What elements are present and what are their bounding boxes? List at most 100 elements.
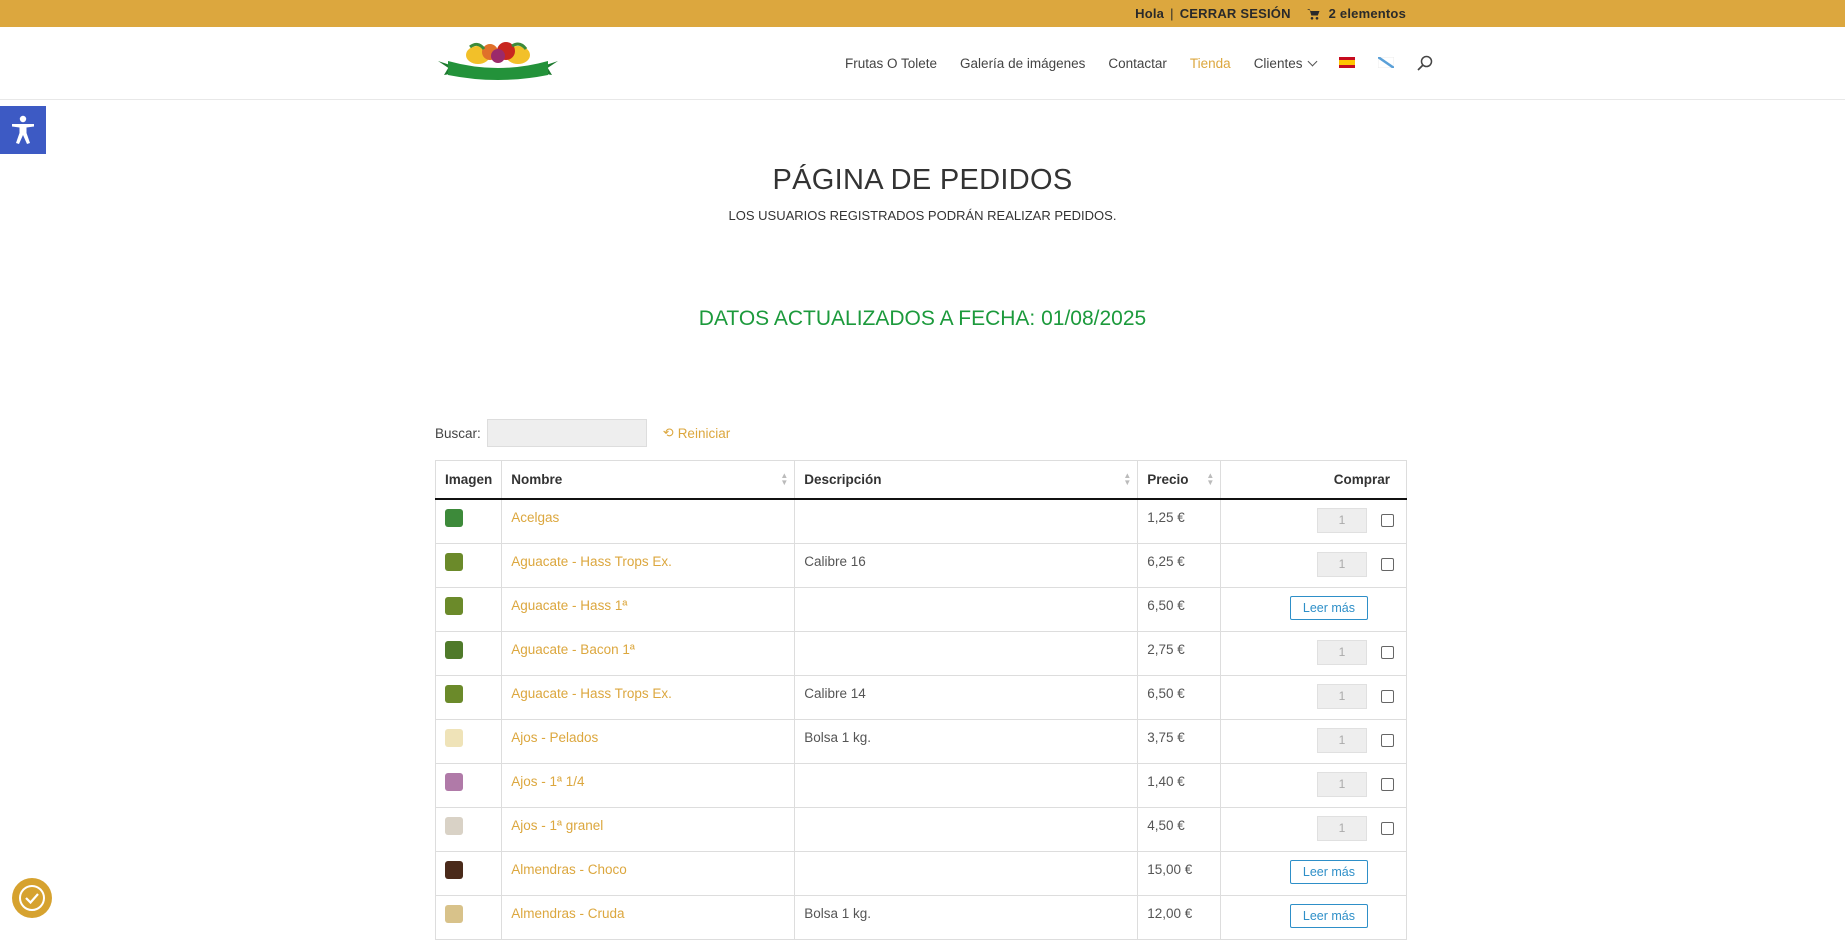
sort-icon: ▲ ▼ [780, 471, 789, 487]
table-row: Almendras - Choco 15,00 € Leer más [434, 850, 1407, 896]
quantity-input[interactable]: 1 [1317, 771, 1367, 797]
product-image-cell [434, 850, 503, 896]
table-row: Aguacate - Hass Trops Ex. Calibre 14 6,50 … [434, 674, 1407, 720]
product-thumbnail[interactable] [445, 552, 463, 571]
product-image-cell [434, 586, 503, 632]
buy-checkbox[interactable] [1381, 777, 1394, 791]
column-header-image: Imagen [434, 460, 503, 500]
product-buy-cell: Leer más [1220, 850, 1407, 896]
read-more-button[interactable]: Leer más [1289, 903, 1368, 928]
nav-item-galeria[interactable]: Galería de imágenes [960, 56, 1085, 71]
product-name-link[interactable]: Acelgas [511, 510, 559, 525]
search-input[interactable] [486, 419, 647, 447]
logout-link[interactable]: CERRAR SESIÓN [1180, 6, 1291, 21]
product-thumbnail[interactable] [445, 509, 463, 527]
table-row: Ajos - 1ª granel 4,50 € 1 [434, 806, 1407, 852]
product-name-cell: Almendras - Cruda [501, 894, 796, 940]
product-description-cell [794, 762, 1139, 808]
product-name-link[interactable]: Ajos - Pelados [511, 730, 598, 745]
product-thumbnail[interactable] [445, 684, 463, 703]
quantity-input[interactable]: 1 [1317, 683, 1367, 709]
table-row: Aguacate - Hass Trops Ex. Calibre 16 6,25 … [434, 542, 1407, 588]
buy-checkbox[interactable] [1381, 821, 1394, 835]
galicia-flag-icon[interactable] [1378, 56, 1395, 68]
table-row: Acelgas 1,25 € 1 [434, 498, 1407, 544]
product-price-cell: 1,40 € [1137, 762, 1222, 808]
product-name-link[interactable]: Aguacate - Hass 1ª [511, 598, 627, 613]
product-image-cell [434, 674, 503, 720]
reset-icon: ⟲ [662, 425, 674, 440]
cookie-check-icon [19, 885, 45, 911]
product-price-cell: 3,75 € [1137, 718, 1222, 764]
product-buy-cell: 1 [1220, 674, 1407, 720]
product-name-link[interactable]: Almendras - Cruda [511, 906, 624, 921]
quantity-input[interactable]: 1 [1317, 551, 1367, 577]
product-price-cell: 15,00 € [1137, 850, 1222, 896]
product-price-cell: 6,50 € [1137, 586, 1222, 632]
product-thumbnail[interactable] [445, 728, 463, 747]
table-search: Buscar: ⟲ Reiniciar [435, 419, 730, 447]
product-image-cell [434, 894, 503, 940]
page-subtitle: LOS USUARIOS REGISTRADOS PODRÁN REALIZAR… [728, 208, 1117, 223]
buy-checkbox[interactable] [1381, 557, 1394, 571]
nav-item-frutas[interactable]: Frutas O Tolete [845, 56, 937, 71]
buy-checkbox[interactable] [1381, 733, 1394, 747]
cart-count[interactable]: 2 elementos [1329, 6, 1406, 21]
accessibility-icon [12, 115, 34, 144]
table-row: Aguacate - Bacon 1ª 2,75 € 1 [434, 630, 1407, 676]
read-more-button[interactable]: Leer más [1289, 595, 1368, 620]
product-name-link[interactable]: Ajos - 1ª granel [511, 818, 603, 833]
nav-item-clientes[interactable]: Clientes [1254, 56, 1318, 71]
product-image-cell [434, 498, 503, 544]
column-header-buy-label: Comprar [1333, 472, 1390, 487]
table-row: Ajos - Pelados Bolsa 1 kg. 3,75 € 1 [434, 718, 1407, 764]
product-thumbnail[interactable] [445, 596, 463, 615]
products-table: Imagen Nombre ▲ ▼ Descripción ▲ ▼ Precio ▲ ▼ C… [434, 460, 1407, 940]
product-name-link[interactable]: Aguacate - Hass Trops Ex. [511, 686, 672, 701]
product-description-cell: Bolsa 1 kg. [794, 718, 1139, 764]
product-thumbnail[interactable] [445, 904, 463, 923]
column-header-description[interactable]: Descripción ▲ ▼ [794, 460, 1139, 500]
product-thumbnail[interactable] [445, 640, 463, 659]
accessibility-button[interactable] [0, 106, 46, 154]
product-name-link[interactable]: Almendras - Choco [511, 862, 627, 877]
column-header-name[interactable]: Nombre ▲ ▼ [501, 460, 796, 500]
product-description-cell [794, 630, 1139, 676]
buy-checkbox[interactable] [1381, 645, 1394, 659]
product-name-link[interactable]: Aguacate - Hass Trops Ex. [511, 554, 672, 569]
product-name-cell: Ajos - 1ª granel [501, 806, 796, 852]
quantity-input[interactable]: 1 [1317, 639, 1367, 665]
product-name-cell: Aguacate - Hass Trops Ex. [501, 542, 796, 588]
product-thumbnail[interactable] [445, 816, 463, 835]
product-description-cell [794, 498, 1139, 544]
buy-checkbox[interactable] [1381, 689, 1394, 703]
site-header: Frutas O Tolete Galería de imágenes Cont… [0, 27, 1845, 100]
product-name-link[interactable]: Ajos - 1ª 1/4 [511, 774, 584, 789]
search-icon[interactable] [1417, 55, 1433, 71]
greeting-text: Hola [1135, 6, 1165, 21]
spain-flag-icon[interactable] [1339, 56, 1356, 68]
product-thumbnail[interactable] [445, 772, 463, 791]
quantity-input[interactable]: 1 [1317, 508, 1367, 533]
product-name-link[interactable]: Aguacate - Bacon 1ª [511, 642, 635, 657]
column-header-buy: Comprar [1220, 460, 1407, 500]
column-header-price[interactable]: Precio ▲ ▼ [1137, 460, 1222, 500]
read-more-button[interactable]: Leer más [1289, 859, 1368, 884]
product-description-cell: Bolsa 1 kg. [794, 894, 1139, 940]
cookie-settings-button[interactable] [12, 878, 52, 918]
reset-label: Reiniciar [677, 425, 731, 441]
nav-item-contactar[interactable]: Contactar [1108, 56, 1167, 71]
product-buy-cell: 1 [1220, 806, 1407, 852]
product-price-cell: 2,75 € [1137, 630, 1222, 676]
cart-icon[interactable] [1306, 8, 1320, 20]
quantity-input[interactable]: 1 [1317, 727, 1367, 753]
sort-icon: ▲ ▼ [1206, 471, 1215, 487]
quantity-input[interactable]: 1 [1317, 815, 1367, 841]
buy-checkbox[interactable] [1381, 514, 1394, 527]
site-logo[interactable] [436, 41, 560, 83]
nav-item-tienda[interactable]: Tienda [1190, 56, 1231, 71]
product-thumbnail[interactable] [445, 860, 463, 879]
product-name-cell: Ajos - Pelados [501, 718, 796, 764]
reset-button[interactable]: ⟲ Reiniciar [663, 425, 730, 441]
table-row: Aguacate - Hass 1ª 6,50 € Leer más [434, 586, 1407, 632]
